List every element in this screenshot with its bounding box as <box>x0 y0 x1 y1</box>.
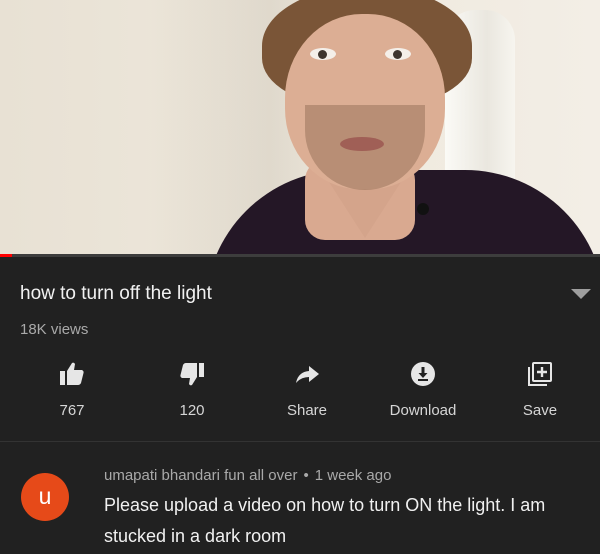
dislike-button[interactable]: 120 <box>147 360 237 419</box>
video-player[interactable] <box>0 0 600 256</box>
video-progress-fill <box>0 254 12 257</box>
view-count: 18K views <box>20 321 89 338</box>
download-label: Download <box>389 402 457 419</box>
commenter-avatar[interactable]: u <box>21 473 69 521</box>
save-label: Save <box>522 402 558 419</box>
share-button[interactable]: Share <box>262 360 352 419</box>
comment-text: Please upload a video on how to turn ON … <box>104 495 546 546</box>
download-button[interactable]: Download <box>378 360 468 419</box>
like-count: 767 <box>59 402 85 419</box>
download-icon <box>411 362 435 386</box>
save-button[interactable]: Save <box>495 360 585 419</box>
thumbs-up-icon <box>60 362 84 385</box>
thumbs-down-icon <box>180 363 204 386</box>
share-label: Share <box>286 402 328 419</box>
video-person-left-eye <box>310 48 336 60</box>
video-title[interactable]: how to turn off the light <box>20 283 212 305</box>
chevron-down-icon[interactable] <box>571 289 591 299</box>
comment-time: 1 week ago <box>314 467 392 484</box>
comment-author[interactable]: umapati bhandari fun all over <box>104 467 297 484</box>
add-to-playlist-icon <box>528 362 552 386</box>
app-screen: how to turn off the light 18K views 767 … <box>0 0 600 554</box>
meta-separator: • <box>303 467 309 484</box>
dislike-count: 120 <box>179 402 205 419</box>
video-person-mouth <box>340 137 384 151</box>
section-divider <box>0 441 600 442</box>
video-lapel-mic <box>417 203 429 215</box>
like-button[interactable]: 767 <box>27 360 117 419</box>
share-arrow-icon <box>296 366 319 383</box>
video-progress-bar[interactable] <box>0 254 600 257</box>
video-person-right-eye <box>385 48 411 60</box>
comment-meta: umapati bhandari fun all over • 1 week ago <box>104 467 391 484</box>
